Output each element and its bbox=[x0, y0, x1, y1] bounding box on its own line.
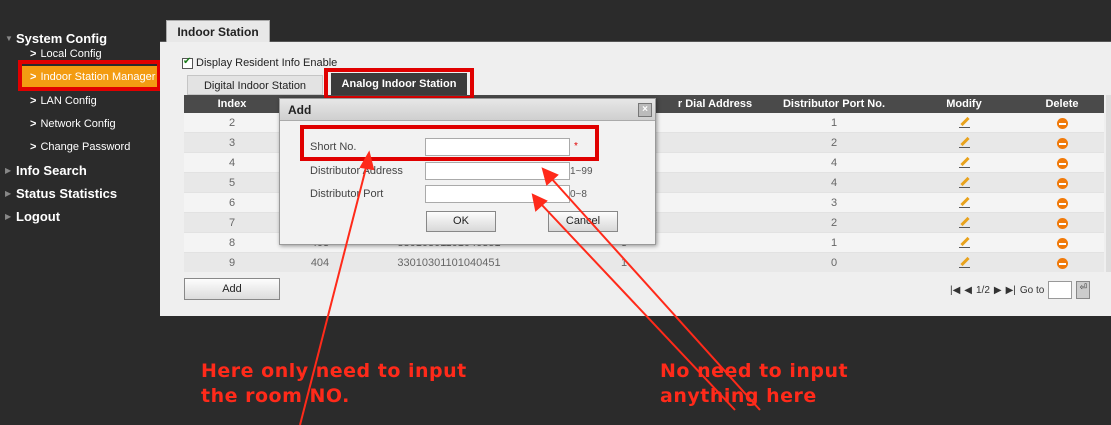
distributor-port-input[interactable] bbox=[425, 185, 570, 203]
ok-button[interactable]: OK bbox=[426, 211, 496, 232]
distributor-address-input[interactable] bbox=[425, 162, 570, 180]
subtab-analog-indoor-station[interactable]: Analog Indoor Station bbox=[331, 73, 467, 95]
distributor-port-hint: 0~8 bbox=[570, 189, 587, 200]
go-button[interactable]: ⏎ bbox=[1076, 281, 1091, 299]
first-page-icon[interactable]: |◀ bbox=[950, 285, 960, 296]
delete-minus-icon[interactable] bbox=[1056, 257, 1068, 269]
distributor-port-label: Distributor Port bbox=[310, 188, 384, 200]
delete-minus-icon[interactable] bbox=[1056, 237, 1068, 249]
page-indicator: 1/2 bbox=[976, 284, 990, 296]
annotation-left: Here only need to input the room NO. bbox=[201, 360, 467, 407]
required-marker: * bbox=[574, 141, 578, 152]
display-resident-label: Display Resident Info Enable bbox=[196, 57, 338, 69]
goto-label: Go to bbox=[1019, 284, 1045, 296]
table-scrollbar[interactable] bbox=[1106, 95, 1111, 272]
tab-indoor-station[interactable]: Indoor Station bbox=[166, 20, 270, 42]
distributor-address-label: Distributor Address bbox=[310, 165, 403, 177]
expand-triangle-icon: ▶ bbox=[5, 212, 12, 221]
pager: |◀ ◀ 1/2 ▶ ▶| Go to ⏎ bbox=[950, 281, 1091, 299]
sidebar-section-info-search[interactable]: ▶ Info Search bbox=[0, 160, 160, 182]
table-row[interactable]: 9 404 33010301101040451 1 0 bbox=[184, 253, 1104, 272]
edit-pencil-icon[interactable] bbox=[959, 156, 970, 168]
sidebar-section-status-statistics[interactable]: ▶ Status Statistics bbox=[0, 183, 160, 205]
header-modify: Modify bbox=[946, 98, 982, 110]
last-page-icon[interactable]: ▶| bbox=[1006, 285, 1016, 296]
delete-minus-icon[interactable] bbox=[1056, 217, 1068, 229]
edit-pencil-icon[interactable] bbox=[959, 196, 970, 208]
short-no-input[interactable] bbox=[425, 138, 570, 156]
header-delete: Delete bbox=[1045, 98, 1079, 110]
sidebar-item-change-password[interactable]: > Change Password bbox=[0, 136, 160, 158]
prev-page-icon[interactable]: ◀ bbox=[964, 285, 972, 296]
close-icon[interactable]: × bbox=[638, 103, 652, 117]
edit-pencil-icon[interactable] bbox=[959, 216, 970, 228]
dialog-title: Add bbox=[280, 99, 655, 121]
delete-minus-icon[interactable] bbox=[1056, 157, 1068, 169]
subtab-digital-indoor-station[interactable]: Digital Indoor Station bbox=[187, 75, 323, 95]
delete-minus-icon[interactable] bbox=[1056, 197, 1068, 209]
cancel-button[interactable]: Cancel bbox=[548, 211, 618, 232]
annotation-right: No need to input anything here bbox=[660, 360, 849, 407]
sidebar-item-lan-config[interactable]: > LAN Config bbox=[0, 90, 160, 112]
chevron-right-icon: > bbox=[30, 141, 37, 153]
header-distributor-port: Distributor Port No. bbox=[782, 98, 886, 110]
sidebar: ▼ System Config > Local Config > Indoor St… bbox=[0, 0, 162, 425]
sidebar-item-indoor-station-manager[interactable]: > Indoor Station Manager bbox=[22, 66, 162, 88]
sidebar-item-network-config[interactable]: > Network Config bbox=[0, 113, 160, 135]
add-dialog: Add × Short No. * Distributor Address 1~… bbox=[279, 98, 656, 245]
header-index: Index bbox=[217, 98, 247, 110]
edit-pencil-icon[interactable] bbox=[959, 116, 970, 128]
chevron-right-icon: > bbox=[30, 118, 37, 130]
sidebar-item-local-config[interactable]: > Local Config bbox=[0, 43, 160, 65]
add-button[interactable]: Add bbox=[184, 278, 280, 300]
chevron-right-icon: > bbox=[30, 95, 37, 107]
display-resident-checkbox[interactable] bbox=[182, 56, 193, 69]
next-page-icon[interactable]: ▶ bbox=[994, 285, 1002, 296]
short-no-label: Short No. bbox=[310, 141, 357, 153]
chevron-right-icon: > bbox=[30, 48, 37, 60]
expand-triangle-icon: ▶ bbox=[5, 166, 12, 175]
tab-bar bbox=[160, 20, 1111, 42]
display-resident-row: Display Resident Info Enable bbox=[182, 56, 337, 70]
edit-pencil-icon[interactable] bbox=[959, 256, 970, 268]
edit-pencil-icon[interactable] bbox=[959, 136, 970, 148]
distributor-address-hint: 1~99 bbox=[570, 166, 593, 177]
chevron-right-icon: > bbox=[30, 71, 37, 83]
delete-minus-icon[interactable] bbox=[1056, 177, 1068, 189]
edit-pencil-icon[interactable] bbox=[959, 236, 970, 248]
delete-minus-icon[interactable] bbox=[1056, 117, 1068, 129]
header-dial-address: r Dial Address bbox=[677, 98, 753, 110]
sidebar-section-logout[interactable]: ▶ Logout bbox=[0, 206, 160, 228]
edit-pencil-icon[interactable] bbox=[959, 176, 970, 188]
expand-triangle-icon: ▶ bbox=[5, 189, 12, 198]
delete-minus-icon[interactable] bbox=[1056, 137, 1068, 149]
goto-input[interactable] bbox=[1048, 281, 1073, 299]
